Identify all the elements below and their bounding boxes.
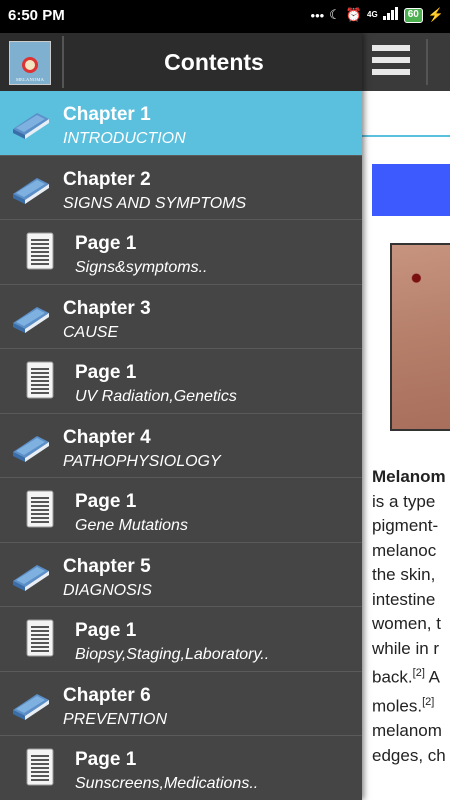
citation-ref[interactable]: [2]: [422, 696, 434, 708]
document-icon: [26, 748, 54, 786]
item-subtitle: CAUSE: [63, 323, 119, 341]
article-line: melanoc: [372, 539, 450, 564]
chapter-item[interactable]: Chapter 2 SIGNS AND SYMPTOMS: [0, 156, 362, 220]
item-title: Chapter 6: [63, 684, 151, 706]
status-time: 6:50 PM: [8, 7, 65, 24]
chapter-item[interactable]: Chapter 5 DIAGNOSIS: [0, 543, 362, 607]
page-item[interactable]: Page 1 Biopsy,Staging,Laboratory..: [0, 607, 362, 672]
article-line-text: the skin,: [372, 565, 436, 584]
more-dots-icon: •••: [310, 7, 325, 23]
item-title: Chapter 5: [63, 555, 151, 577]
article-line: is a type: [372, 490, 450, 515]
item-subtitle: PATHOPHYSIOLOGY: [63, 452, 221, 470]
network-type-label: 4G: [367, 10, 378, 19]
item-title: Chapter 1: [63, 104, 151, 125]
article-line-text: Melanom: [372, 467, 446, 486]
charging-icon: ⚡: [427, 7, 444, 22]
drawer-header: MELANOMA Contents: [0, 33, 362, 91]
article-line-text: edges, ch: [372, 745, 446, 765]
item-title: Page 1: [75, 491, 137, 512]
page-item[interactable]: Page 1 Gene Mutations: [0, 478, 362, 543]
moon-icon: ☾: [329, 7, 341, 22]
article-line: intestine: [372, 588, 450, 613]
item-title: Chapter 2: [63, 168, 151, 190]
logo-text: MELANOMA: [15, 77, 45, 82]
article-line: moles.[2]: [372, 690, 450, 719]
item-subtitle: Signs&symptoms..: [75, 259, 208, 276]
book-icon: [11, 561, 51, 591]
article-banner: [372, 164, 450, 216]
item-subtitle: Sunscreens,Medications..: [75, 775, 259, 792]
item-subtitle: SIGNS AND SYMPTOMS: [63, 194, 247, 212]
article-line-text: moles.: [372, 696, 423, 716]
item-title: Page 1: [75, 362, 137, 383]
alarm-icon: ⏰: [345, 7, 363, 22]
article-line: the skin,: [372, 563, 450, 588]
chapter-item[interactable]: Chapter 4 PATHOPHYSIOLOGY: [0, 414, 362, 478]
chapter-item[interactable]: Chapter 6 PREVENTION: [0, 672, 362, 736]
menu-icon[interactable]: [372, 45, 410, 79]
chapter-item[interactable]: Chapter 1 INTRODUCTION: [0, 91, 362, 156]
article-line-tail: A: [424, 667, 440, 687]
status-icons: ••• ☾ ⏰ 4G 60 ⚡: [311, 7, 444, 23]
status-bar: 6:50 PM ••• ☾ ⏰ 4G 60 ⚡: [0, 0, 450, 33]
page-item[interactable]: Page 1 UV Radiation,Genetics: [0, 349, 362, 414]
book-icon: [11, 690, 51, 720]
signal-icon: [382, 7, 399, 23]
article-page: Melanom is a type pigment-melanoc the skin,…: [362, 33, 450, 800]
article-line-text: melanom: [372, 721, 442, 741]
article-line-text: pigment-: [372, 516, 439, 535]
drawer-title: Contents: [164, 49, 264, 75]
article-toolbar: [362, 33, 450, 91]
chapter-item[interactable]: Chapter 3 CAUSE: [0, 285, 362, 349]
battery-indicator: 60: [403, 7, 423, 23]
article-line: while in r: [372, 637, 450, 662]
item-subtitle: Gene Mutations: [75, 517, 188, 534]
item-subtitle: INTRODUCTION: [63, 130, 186, 147]
article-line: edges, ch: [372, 744, 450, 769]
article-line: Melanom: [372, 465, 450, 490]
article-line-text: is a type: [372, 491, 436, 511]
app-logo[interactable]: MELANOMA: [9, 41, 51, 85]
item-title: Page 1: [75, 620, 137, 641]
book-icon: [11, 432, 51, 462]
article-line-text: intestine: [372, 589, 436, 609]
book-icon: [11, 174, 51, 204]
article-line-text: while in r: [372, 638, 440, 658]
page-item[interactable]: Page 1 Sunscreens,Medications..: [0, 736, 362, 800]
item-title: Chapter 4: [63, 426, 151, 448]
book-icon: [11, 303, 51, 333]
article-line: women, t: [372, 612, 450, 637]
article-image: [390, 243, 450, 431]
item-subtitle: PREVENTION: [63, 710, 168, 728]
item-title: Chapter 3: [63, 297, 151, 319]
article-line-text: melanoc: [372, 540, 437, 560]
article-tab-strip: [362, 91, 450, 137]
article-text: Melanom is a type pigment-melanoc the skin,…: [372, 465, 450, 768]
item-subtitle: Biopsy,Staging,Laboratory..: [75, 646, 270, 663]
article-line-text: women, t: [372, 614, 441, 633]
article-line: melanom: [372, 719, 450, 744]
item-subtitle: DIAGNOSIS: [63, 581, 152, 599]
contents-list: Chapter 1 INTRODUCTION Chapter 2 SIGNS AND …: [0, 91, 362, 800]
document-icon: [26, 490, 54, 528]
article-line-text: back.: [372, 667, 413, 687]
toolbar-divider: [426, 39, 428, 85]
item-title: Page 1: [75, 233, 137, 254]
magnifier-icon: [22, 57, 38, 73]
document-icon: [26, 619, 54, 657]
item-title: Page 1: [75, 749, 137, 770]
navigation-drawer: MELANOMA Contents Chapter 1 INTRODUCTION C…: [0, 33, 362, 800]
page-item[interactable]: Page 1 Signs&symptoms..: [0, 220, 362, 285]
item-subtitle: UV Radiation,Genetics: [75, 388, 237, 405]
article-line: back.[2] A: [372, 661, 450, 690]
document-icon: [26, 361, 54, 399]
article-line: pigment-: [372, 514, 450, 539]
document-icon: [26, 232, 54, 270]
citation-ref[interactable]: [2]: [413, 667, 425, 679]
book-icon: [11, 109, 51, 139]
